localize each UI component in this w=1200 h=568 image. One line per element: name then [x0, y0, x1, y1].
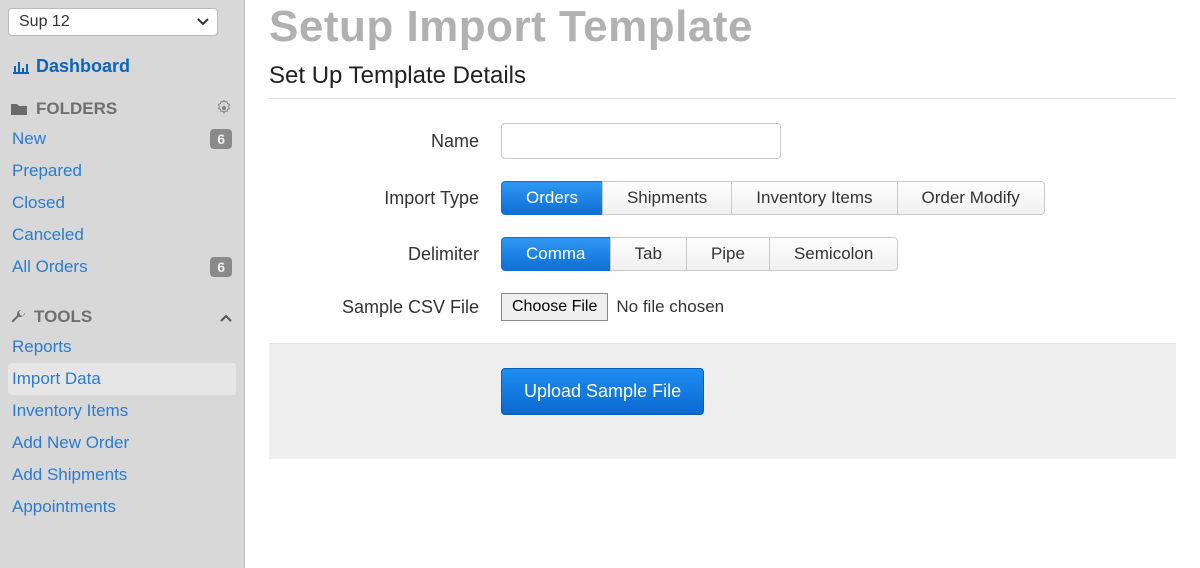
nav-item-label: New: [12, 129, 46, 149]
subheading: Set Up Template Details: [269, 62, 1176, 99]
tools-item-appointments[interactable]: Appointments: [8, 491, 236, 523]
delimiter-label: Delimiter: [269, 244, 501, 265]
delimiter-group: Comma Tab Pipe Semicolon: [501, 237, 898, 271]
delimiter-option-pipe[interactable]: Pipe: [686, 237, 770, 271]
import-type-group: Orders Shipments Inventory Items Order M…: [501, 181, 1045, 215]
folder-icon: [10, 102, 28, 116]
page-title: Setup Import Template: [269, 2, 1176, 52]
upload-sample-file-button[interactable]: Upload Sample File: [501, 368, 704, 415]
name-label: Name: [269, 131, 501, 152]
action-bar: Upload Sample File: [269, 343, 1176, 459]
folder-item-new[interactable]: New 6: [8, 123, 236, 155]
folder-item-prepared[interactable]: Prepared: [8, 155, 236, 187]
nav-item-label: Add New Order: [12, 433, 129, 453]
form-row-delimiter: Delimiter Comma Tab Pipe Semicolon: [269, 237, 1176, 271]
import-type-label: Import Type: [269, 188, 501, 209]
import-type-option-inventory-items[interactable]: Inventory Items: [731, 181, 897, 215]
tools-header-label: TOOLS: [34, 307, 92, 327]
import-type-option-shipments[interactable]: Shipments: [602, 181, 732, 215]
nav-item-label: Prepared: [12, 161, 82, 181]
import-type-option-order-modify[interactable]: Order Modify: [897, 181, 1045, 215]
form-row-name: Name: [269, 123, 1176, 159]
tools-item-add-shipments[interactable]: Add Shipments: [8, 459, 236, 491]
folders-section-header[interactable]: FOLDERS: [8, 93, 236, 123]
folder-item-canceled[interactable]: Canceled: [8, 219, 236, 251]
count-badge: 6: [210, 257, 232, 277]
nav-item-label: Appointments: [12, 497, 116, 517]
nav-item-label: Inventory Items: [12, 401, 128, 421]
nav-item-label: Canceled: [12, 225, 84, 245]
nav-item-label: Import Data: [12, 369, 101, 389]
sidebar: Sup 12 Dashboard FOLDERS New 6 Prepared …: [0, 0, 245, 568]
dashboard-link[interactable]: Dashboard: [8, 50, 236, 93]
import-type-option-orders[interactable]: Orders: [501, 181, 603, 215]
tools-item-reports[interactable]: Reports: [8, 331, 236, 363]
tools-item-add-new-order[interactable]: Add New Order: [8, 427, 236, 459]
name-input[interactable]: [501, 123, 781, 159]
wrench-icon: [10, 309, 26, 325]
form-row-import-type: Import Type Orders Shipments Inventory I…: [269, 181, 1176, 215]
caret-up-icon: [220, 309, 232, 325]
form-row-sample-csv: Sample CSV File Choose File No file chos…: [269, 293, 1176, 321]
folders-header-label: FOLDERS: [36, 99, 117, 119]
dashboard-label: Dashboard: [36, 56, 130, 77]
folder-item-all-orders[interactable]: All Orders 6: [8, 251, 236, 283]
delimiter-option-comma[interactable]: Comma: [501, 237, 611, 271]
delimiter-option-tab[interactable]: Tab: [610, 237, 687, 271]
nav-item-label: Reports: [12, 337, 72, 357]
org-select-value: Sup 12: [19, 13, 70, 30]
nav-item-label: Closed: [12, 193, 65, 213]
file-chooser: Choose File No file chosen: [501, 293, 724, 321]
tools-item-inventory-items[interactable]: Inventory Items: [8, 395, 236, 427]
nav-item-label: All Orders: [12, 257, 88, 277]
chart-icon: [12, 60, 30, 74]
tools-item-import-data[interactable]: Import Data: [8, 363, 236, 395]
chevron-down-icon: [197, 15, 209, 29]
choose-file-button[interactable]: Choose File: [501, 293, 608, 321]
tools-section-header[interactable]: TOOLS: [8, 301, 236, 331]
count-badge: 6: [210, 129, 232, 149]
gear-icon[interactable]: [216, 100, 232, 119]
sample-csv-label: Sample CSV File: [269, 297, 501, 318]
template-form: Name Import Type Orders Shipments Invent…: [269, 123, 1176, 321]
main-content: Setup Import Template Set Up Template De…: [245, 0, 1200, 568]
nav-item-label: Add Shipments: [12, 465, 127, 485]
org-select[interactable]: Sup 12: [8, 8, 218, 36]
delimiter-option-semicolon[interactable]: Semicolon: [769, 237, 898, 271]
folder-item-closed[interactable]: Closed: [8, 187, 236, 219]
file-status-text: No file chosen: [616, 297, 724, 317]
